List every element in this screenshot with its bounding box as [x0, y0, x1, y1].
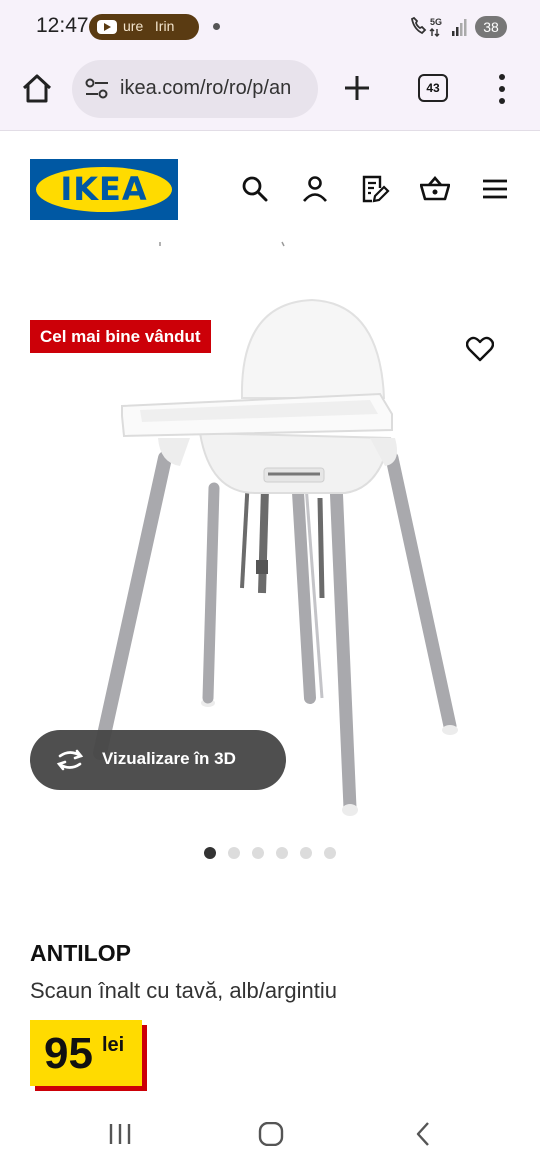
youtube-icon [97, 20, 117, 34]
wifi-call-signal-icon: 5G [410, 16, 467, 37]
carousel-dot[interactable] [300, 847, 312, 859]
status-bar: 12:47 ure Irin 5G 38 [0, 0, 540, 56]
logo-text: IKEA [60, 170, 148, 208]
breadcrumb-remnant [159, 241, 285, 247]
recent-apps-icon[interactable] [106, 1122, 134, 1146]
cart-icon[interactable] [420, 174, 450, 204]
product-description: Scaun înalt cu tavă, alb/argintiu [30, 978, 337, 1003]
home-icon[interactable] [20, 72, 54, 106]
search-icon[interactable] [240, 174, 270, 204]
image-carousel-indicator[interactable] [204, 847, 336, 859]
media-notification-pill[interactable]: ure Irin [89, 14, 199, 40]
clock: 12:47 [36, 14, 89, 37]
carousel-dot[interactable] [204, 847, 216, 859]
carousel-dot[interactable] [252, 847, 264, 859]
home-nav-icon[interactable] [257, 1122, 285, 1146]
more-options-icon[interactable] [496, 73, 508, 105]
ikea-logo[interactable]: IKEA [30, 159, 178, 220]
view-3d-button[interactable]: Vizualizare în 3D [30, 730, 286, 790]
shopping-list-icon[interactable] [360, 174, 390, 204]
price-tag: 95 lei [30, 1020, 142, 1086]
new-tab-icon[interactable] [342, 73, 372, 103]
product-name[interactable]: ANTILOP [30, 940, 131, 967]
browser-toolbar: ikea.com/ro/ro/p/an 43 [0, 56, 540, 131]
rotate-3d-icon [56, 749, 84, 771]
bestseller-badge: Cel mai bine vândut [30, 320, 211, 353]
site-settings-icon[interactable] [84, 77, 110, 101]
price-value: 95 [44, 1029, 93, 1078]
system-navigation-bar [0, 1098, 540, 1170]
notification-dot-icon [213, 23, 220, 30]
favorite-heart-icon[interactable] [466, 336, 494, 362]
carousel-dot[interactable] [276, 847, 288, 859]
battery-indicator: 38 [475, 16, 507, 38]
carousel-dot[interactable] [324, 847, 336, 859]
url-text: ikea.com/ro/ro/p/an [120, 77, 292, 99]
system-icons: 5G [408, 15, 468, 44]
view-3d-label: Vizualizare în 3D [102, 749, 236, 768]
tab-switcher-button[interactable]: 43 [418, 74, 448, 102]
address-bar[interactable]: ikea.com/ro/ro/p/an [72, 60, 318, 118]
menu-icon[interactable] [480, 174, 510, 204]
account-icon[interactable] [300, 174, 330, 204]
back-nav-icon[interactable] [410, 1122, 438, 1146]
price-currency: lei [102, 1034, 125, 1056]
svg-text:5G: 5G [430, 17, 442, 27]
media-title: ure Irin [123, 18, 175, 34]
carousel-dot[interactable] [228, 847, 240, 859]
